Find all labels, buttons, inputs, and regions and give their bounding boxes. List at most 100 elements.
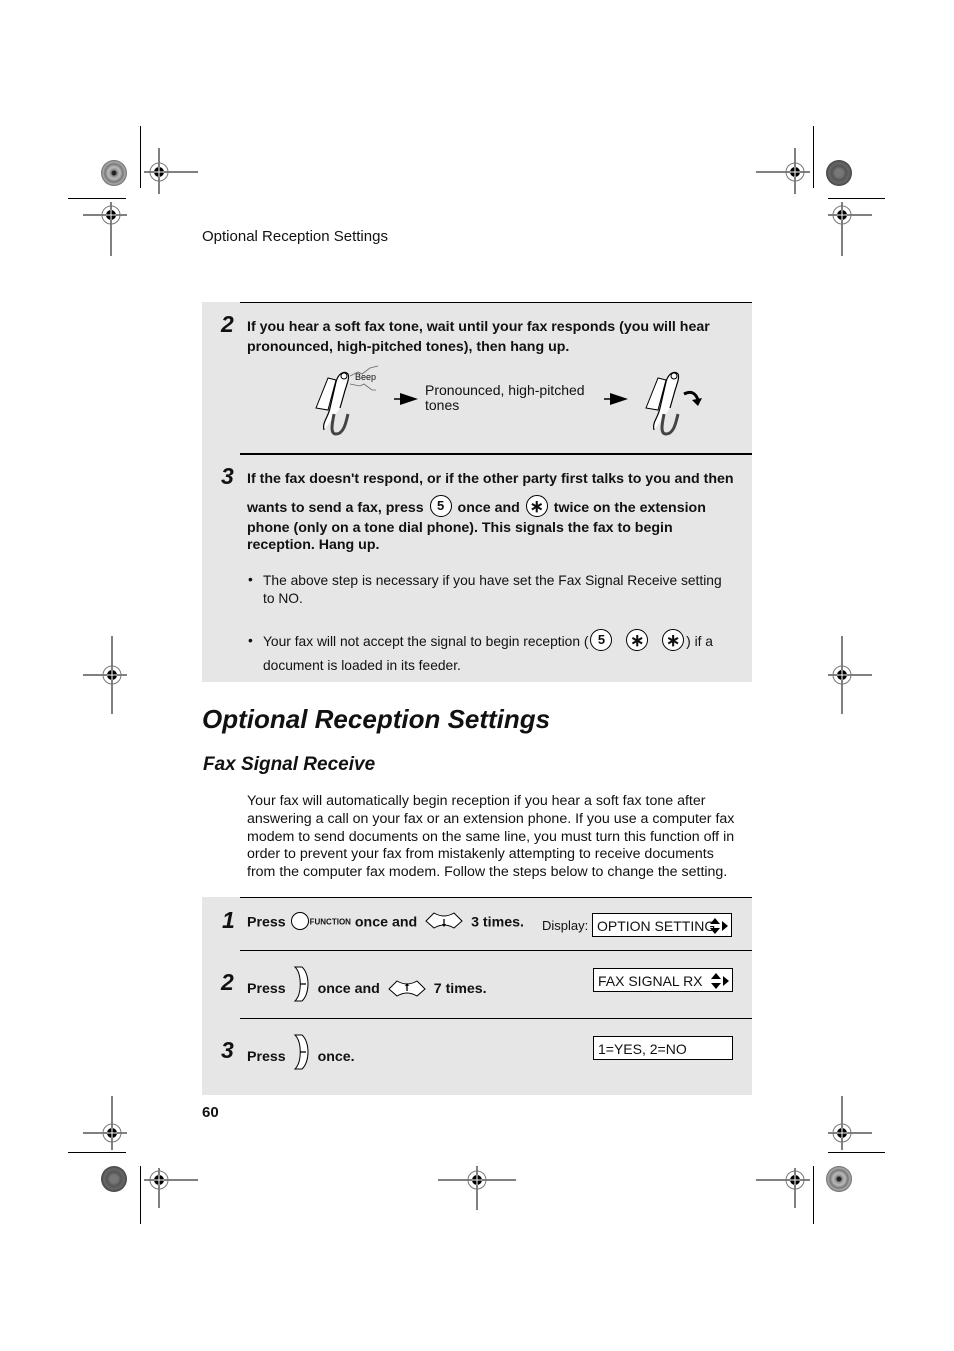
registration-crosshair-icon	[828, 202, 872, 256]
display-label: Display:	[542, 918, 589, 933]
step-number: 3	[221, 1037, 234, 1063]
running-head: Optional Reception Settings	[202, 228, 388, 245]
step-number: 2	[221, 311, 234, 337]
registration-crosshair-icon	[144, 148, 198, 196]
registration-rosette-icon	[101, 160, 127, 186]
registration-rosette-icon	[101, 1166, 127, 1192]
step-text-line: reception. Hang up.	[247, 537, 380, 553]
intro-line: order to prevent your fax from mistakenl…	[247, 846, 714, 863]
text-span: once.	[317, 1048, 355, 1065]
key-5-icon: 5	[429, 495, 452, 518]
intro-line: modem to send documents on the same line…	[247, 828, 735, 845]
hangup-illustration: Beep Pronounced, high-pitched tones	[306, 364, 706, 436]
step-number: 1	[222, 907, 235, 933]
function-key-label: FUNCTION	[309, 917, 351, 927]
text-span: ) if a	[686, 634, 713, 649]
intro-line: Your fax will automatically begin recept…	[247, 793, 706, 809]
text-span: Press	[247, 914, 286, 931]
text-span: 3 times.	[471, 914, 524, 931]
step-text: Press FUNCTION once and 3 times.	[247, 912, 524, 931]
trim-line	[140, 126, 141, 188]
bullet-text-line: to NO.	[263, 591, 303, 606]
key-5-icon: 5	[590, 629, 613, 652]
bullet-icon: •	[248, 572, 253, 587]
divider	[240, 950, 752, 951]
step-text-line: If you hear a soft fax tone, wait until …	[247, 319, 710, 335]
step-number: 3	[221, 463, 234, 489]
continued-steps-panel: 2 If you hear a soft fax tone, wait unti…	[202, 302, 752, 682]
tones-label: Pronounced, high-pitched tones	[425, 383, 585, 413]
trim-line	[828, 1152, 885, 1153]
bullet-text-line: The above step is necessary if you have …	[263, 573, 722, 588]
registration-crosshair-icon	[438, 1166, 516, 1210]
registration-rosette-icon	[826, 1166, 852, 1192]
arrow-right-icon	[394, 393, 418, 405]
step-text: If the fax doesn't respond, or if the ot…	[247, 469, 747, 554]
text-span: Press	[247, 1048, 286, 1065]
divider	[240, 1018, 752, 1019]
bullet-icon: •	[248, 633, 253, 648]
registration-crosshair-icon	[828, 1096, 872, 1150]
text-span: Press	[247, 980, 286, 997]
text-span: 7 times.	[433, 980, 487, 997]
function-key-icon	[290, 912, 309, 930]
bullet-text-line: Your fax will not accept the signal to b…	[263, 629, 748, 654]
right-arrow-key-icon	[293, 966, 309, 1002]
registration-crosshair-icon	[756, 1168, 810, 1208]
divider	[240, 302, 752, 303]
key-star-icon: ∗	[626, 629, 649, 652]
step-text-line: pronounced, high-pitched tones), then ha…	[247, 339, 570, 355]
trim-line	[813, 126, 814, 188]
step-text: If you hear a soft fax tone, wait until …	[247, 317, 747, 357]
registration-crosshair-icon	[756, 148, 810, 196]
key-star-icon: ∗	[525, 495, 548, 518]
up-arrow-key-icon	[388, 979, 426, 997]
intro-line: from the computer fax modem. Follow the …	[247, 864, 728, 881]
step-number: 2	[221, 969, 234, 995]
registration-crosshair-icon	[144, 1168, 198, 1208]
handset-hangup-icon	[645, 371, 702, 436]
divider	[240, 453, 752, 455]
bullet-item: • Your fax will not accept the signal to…	[248, 629, 748, 678]
trim-line	[68, 1152, 126, 1153]
down-arrow-key-icon	[425, 912, 463, 929]
registration-crosshair-icon	[828, 636, 872, 714]
text-span: Your fax will not accept the signal to b…	[263, 634, 589, 649]
arrow-right-icon	[604, 393, 628, 405]
step-text-line: phone (only on a tone dial phone). This …	[247, 520, 673, 536]
trim-line	[68, 198, 126, 199]
beep-label: Beep	[355, 372, 377, 382]
trim-line	[828, 198, 885, 199]
registration-crosshair-icon	[83, 636, 127, 714]
lcd-display: 1=YES, 2=NO	[593, 1036, 733, 1060]
registration-crosshair-icon	[83, 202, 127, 256]
lcd-display: FAX SIGNAL RX	[593, 968, 733, 992]
scroll-arrows-icon	[711, 973, 729, 989]
step-text: Press once.	[247, 1034, 355, 1070]
registration-crosshair-icon	[83, 1096, 127, 1150]
intro-line: answering a call on your fax or an exten…	[247, 810, 735, 827]
right-arrow-key-icon	[293, 1034, 309, 1070]
bullet-item: • The above step is necessary if you hav…	[248, 572, 748, 608]
lcd-display: OPTION SETTING	[592, 913, 732, 937]
scroll-arrows-icon	[710, 918, 728, 934]
lcd-text: OPTION SETTING	[597, 918, 716, 934]
text-span: once and	[354, 914, 418, 931]
text-span: wants to send a fax, press	[247, 500, 424, 516]
tones-label-line: tones	[425, 397, 460, 413]
lcd-text: 1=YES, 2=NO	[598, 1041, 687, 1057]
intro-paragraph: Your fax will automatically begin recept…	[247, 793, 747, 882]
divider	[240, 897, 752, 898]
text-span: twice on the extension	[553, 500, 706, 516]
subsection-title: Fax Signal Receive	[203, 754, 376, 775]
key-star-icon: ∗	[662, 629, 685, 652]
text-span: once and	[317, 980, 380, 997]
step-text: Press once and 7 times.	[247, 966, 487, 1002]
section-title: Optional Reception Settings	[202, 704, 551, 734]
step-text-line: wants to send a fax, press 5 once and ∗ …	[247, 495, 747, 518]
lcd-text: FAX SIGNAL RX	[598, 973, 703, 989]
text-span: once and	[457, 500, 520, 516]
trim-line	[140, 1166, 141, 1224]
setting-steps-panel: 1 Press FUNCTION once and 3 times. Displ…	[202, 897, 752, 1095]
trim-line	[813, 1166, 814, 1224]
